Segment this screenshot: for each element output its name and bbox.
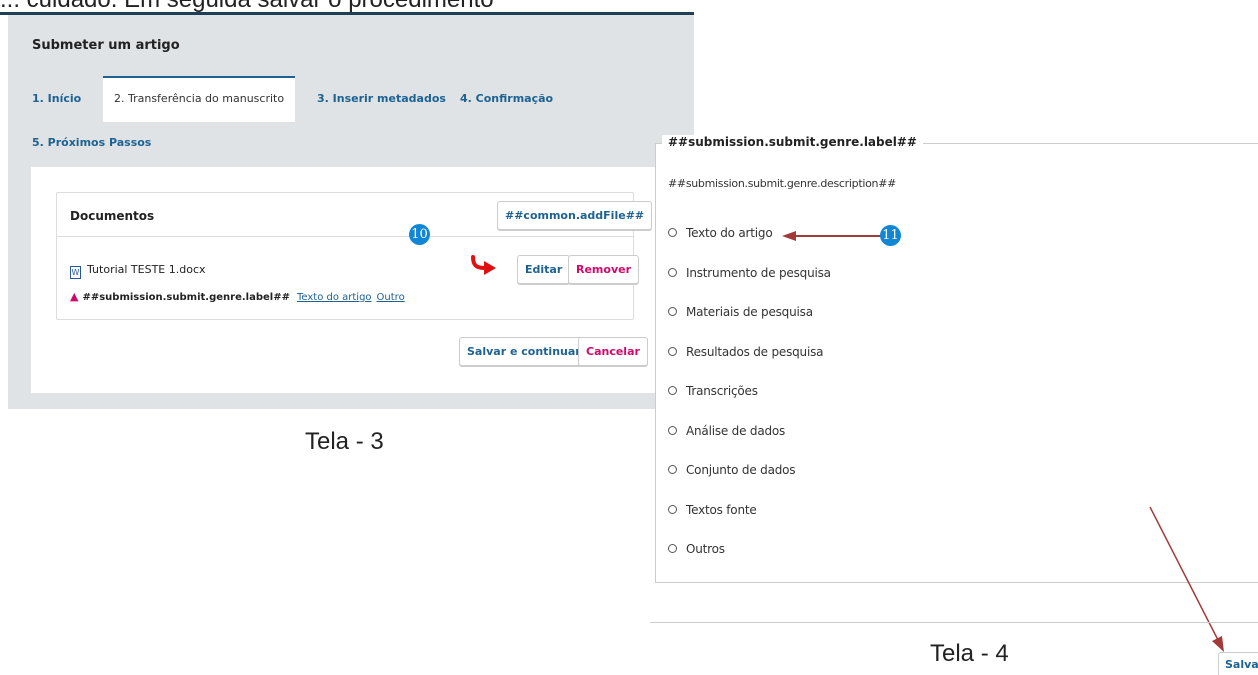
radio-icon[interactable] xyxy=(668,307,677,316)
genre-option-conjunto[interactable]: Conjunto de dados xyxy=(668,463,796,477)
option-label: Transcrições xyxy=(686,384,758,398)
remove-button[interactable]: Remover xyxy=(568,255,640,284)
genre-option-outros[interactable]: Outros xyxy=(668,542,725,556)
annotation-arrow-icon xyxy=(782,231,888,241)
radio-icon[interactable] xyxy=(668,544,677,553)
annotation-arrow-icon xyxy=(1149,506,1224,652)
genre-option-resultados[interactable]: Resultados de pesquisa xyxy=(668,345,823,359)
tab-proximos-passos[interactable]: 5. Próximos Passos xyxy=(32,136,151,149)
genre-option-textos-fonte[interactable]: Textos fonte xyxy=(668,503,757,517)
add-file-button[interactable]: ##common.addFile## xyxy=(497,201,653,230)
option-label: Conjunto de dados xyxy=(686,463,796,477)
option-label: Textos fonte xyxy=(686,503,757,517)
option-label: Materiais de pesquisa xyxy=(686,305,813,319)
genre-option-instrumento[interactable]: Instrumento de pesquisa xyxy=(668,266,831,280)
genre-label: ##submission.submit.genre.label## xyxy=(82,292,290,303)
submission-panel: Submeter um artigo 1. Início 2. Transfer… xyxy=(8,15,694,409)
tab-metadados[interactable]: 3. Inserir metadados xyxy=(317,92,446,105)
genre-option-materiais[interactable]: Materiais de pesquisa xyxy=(668,305,813,319)
tab-confirmacao[interactable]: 4. Confirmação xyxy=(460,92,553,105)
file-row: W Tutorial TESTE 1.docx xyxy=(70,263,206,279)
save-continue-button[interactable]: Salvar e continuar xyxy=(459,337,589,366)
page-title: Submeter um artigo xyxy=(32,38,180,53)
tab-content: Documentos ##common.addFile## W Tutorial … xyxy=(31,167,672,393)
fieldset-footer-divider xyxy=(650,622,1258,623)
caption-tela-3: Tela - 3 xyxy=(305,428,384,455)
genre-legend: ##submission.submit.genre.label## xyxy=(662,135,923,149)
option-label: Resultados de pesquisa xyxy=(686,345,824,359)
genre-link-outro[interactable]: Outro xyxy=(377,292,405,303)
genre-option-texto-do-artigo[interactable]: Texto do artigo xyxy=(668,226,773,240)
tab-transferencia[interactable]: 2. Transferência do manuscrito xyxy=(103,76,296,122)
genre-option-analise[interactable]: Análise de dados xyxy=(668,424,785,438)
option-label: Análise de dados xyxy=(686,424,786,438)
card-divider xyxy=(57,236,633,237)
radio-icon[interactable] xyxy=(668,347,677,356)
option-label: Instrumento de pesquisa xyxy=(686,266,831,280)
step-badge-10: 10 xyxy=(409,224,430,245)
radio-icon[interactable] xyxy=(668,426,677,435)
warning-icon: ▲ xyxy=(70,290,79,303)
option-label: Texto do artigo xyxy=(686,226,773,240)
genre-link-texto[interactable]: Texto do artigo xyxy=(297,292,372,303)
genre-option-transcricoes[interactable]: Transcrições xyxy=(668,384,758,398)
genre-description: ##submission.submit.genre.description## xyxy=(668,177,897,190)
documents-title: Documentos xyxy=(70,209,155,223)
genre-row: ▲ ##submission.submit.genre.label## Texto … xyxy=(70,290,410,303)
radio-icon[interactable] xyxy=(668,465,677,474)
caption-tela-4: Tela - 4 xyxy=(930,640,1009,667)
file-name[interactable]: Tutorial TESTE 1.docx xyxy=(87,263,206,276)
save-button[interactable]: Salvar xyxy=(1218,652,1258,675)
step-badge-11: 11 xyxy=(880,225,901,246)
cancel-button[interactable]: Cancelar xyxy=(578,337,648,366)
option-label: Outros xyxy=(686,542,725,556)
tab-inicio[interactable]: 1. Início xyxy=(32,92,81,105)
word-file-icon: W xyxy=(70,266,81,279)
documents-card: Documentos ##common.addFile## W Tutorial … xyxy=(56,192,653,320)
radio-icon[interactable] xyxy=(668,505,677,514)
edit-button[interactable]: Editar xyxy=(517,255,571,284)
radio-icon[interactable] xyxy=(668,228,677,237)
pointer-arrow-icon xyxy=(471,255,496,275)
radio-icon[interactable] xyxy=(668,268,677,277)
radio-icon[interactable] xyxy=(668,386,677,395)
